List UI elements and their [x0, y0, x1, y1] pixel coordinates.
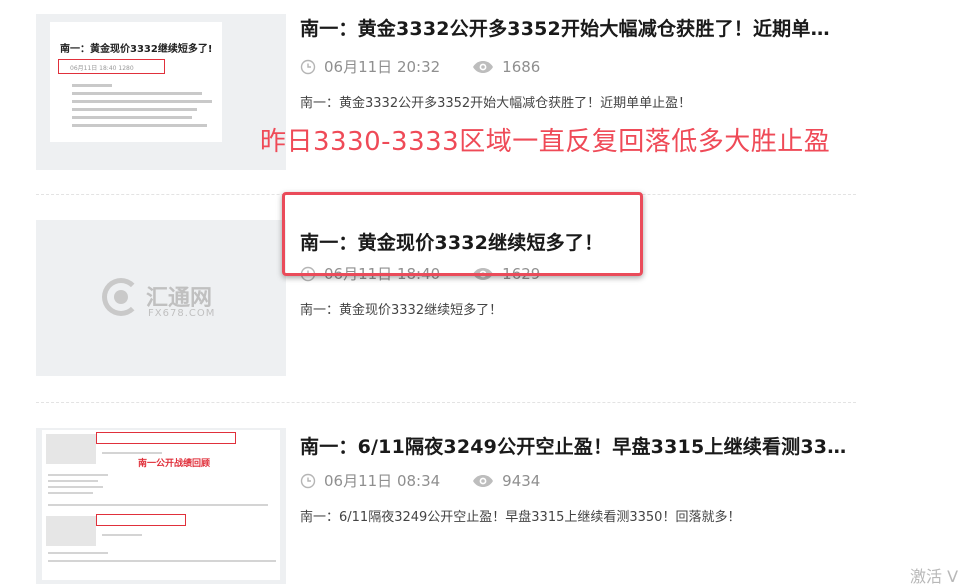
thumbnail-text-line — [48, 560, 276, 562]
thumbnail-title: 南一：黄金现价3332继续短多了! — [60, 44, 213, 55]
annotation-highlight-box — [282, 192, 643, 276]
thumbnail-banner: 南一公开战绩回顾 — [138, 459, 211, 469]
article-thumbnail[interactable]: 南一：黄金现价3332继续短多了! 06月11日 18:40 1280 — [36, 14, 286, 170]
thumbnail-text-line — [72, 124, 207, 127]
thumbnail-screenshot: 南一公开战绩回顾 — [42, 430, 280, 580]
clock-icon — [300, 59, 316, 74]
thumbnail-text-line — [102, 534, 142, 536]
article-date: 06月11日 20:32 — [300, 56, 440, 77]
thumbnail-image-block — [46, 434, 96, 464]
thumbnail-text-line — [48, 474, 108, 476]
thumbnail-text-line — [72, 84, 112, 87]
thumbnail-text-line — [48, 552, 108, 554]
thumbnail-text-line — [72, 100, 212, 103]
list-divider — [36, 402, 856, 403]
thumbnail-text-line — [72, 108, 197, 111]
article-views: 9434 — [472, 472, 540, 490]
os-activation-watermark: 激活 V — [910, 567, 959, 584]
eye-icon — [473, 60, 494, 73]
article-views-count: 9434 — [502, 471, 541, 490]
article-title[interactable]: 南一：黄金3332公开多3352开始大幅减仓获胜了！近期单… — [300, 14, 860, 41]
thumbnail-text-line — [48, 480, 98, 482]
eye-icon — [473, 474, 494, 487]
thumbnail-text-line — [72, 92, 202, 95]
site-logo-dot — [114, 290, 128, 304]
article-item[interactable]: 南一公开战绩回顾 南一：6/11隔夜3249公开空止盈！早盘3315上继续看测3… — [36, 428, 856, 584]
thumbnail-highlight-box — [96, 432, 236, 444]
article-views-count: 1686 — [502, 57, 541, 76]
thumbnail-text-line — [48, 504, 268, 506]
article-views: 1686 — [472, 58, 540, 76]
thumbnail-text-line — [72, 116, 192, 119]
site-logo-url: FX678.COM — [148, 308, 216, 319]
thumbnail-image-block — [46, 516, 96, 546]
article-date-text: 06月11日 20:32 — [324, 58, 441, 76]
article-summary: 南一：黄金现价3332继续短多了！ — [300, 303, 503, 318]
article-summary: 南一：6/11隔夜3249公开空止盈！早盘3315上继续看测3350！回落就多！ — [300, 510, 741, 525]
article-thumbnail[interactable]: 南一公开战绩回顾 — [36, 428, 286, 584]
thumbnail-text-line — [48, 486, 103, 488]
article-meta: 06月11日 20:32 1686 — [300, 56, 572, 77]
article-thumbnail[interactable]: 汇通网 FX678.COM — [36, 220, 286, 376]
article-date-text: 06月11日 08:34 — [324, 472, 441, 490]
thumbnail-screenshot: 南一：黄金现价3332继续短多了! 06月11日 18:40 1280 — [50, 22, 222, 142]
article-title[interactable]: 南一：6/11隔夜3249公开空止盈！早盘3315上继续看测33… — [300, 432, 860, 459]
annotation-text: 昨日3330-3333区域一直反复回落低多大胜止盈 — [260, 127, 831, 157]
thumbnail-highlight-box — [96, 514, 186, 526]
article-date: 06月11日 08:34 — [300, 470, 440, 491]
thumbnail-meta: 06月11日 18:40 1280 — [70, 65, 134, 72]
article-meta: 06月11日 08:34 9434 — [300, 470, 572, 491]
clock-icon — [300, 473, 316, 488]
article-summary: 南一：黄金3332公开多3352开始大幅减仓获胜了！近期单单止盈！ — [300, 96, 692, 111]
thumbnail-text-line — [48, 492, 93, 494]
thumbnail-text-line — [102, 452, 162, 454]
